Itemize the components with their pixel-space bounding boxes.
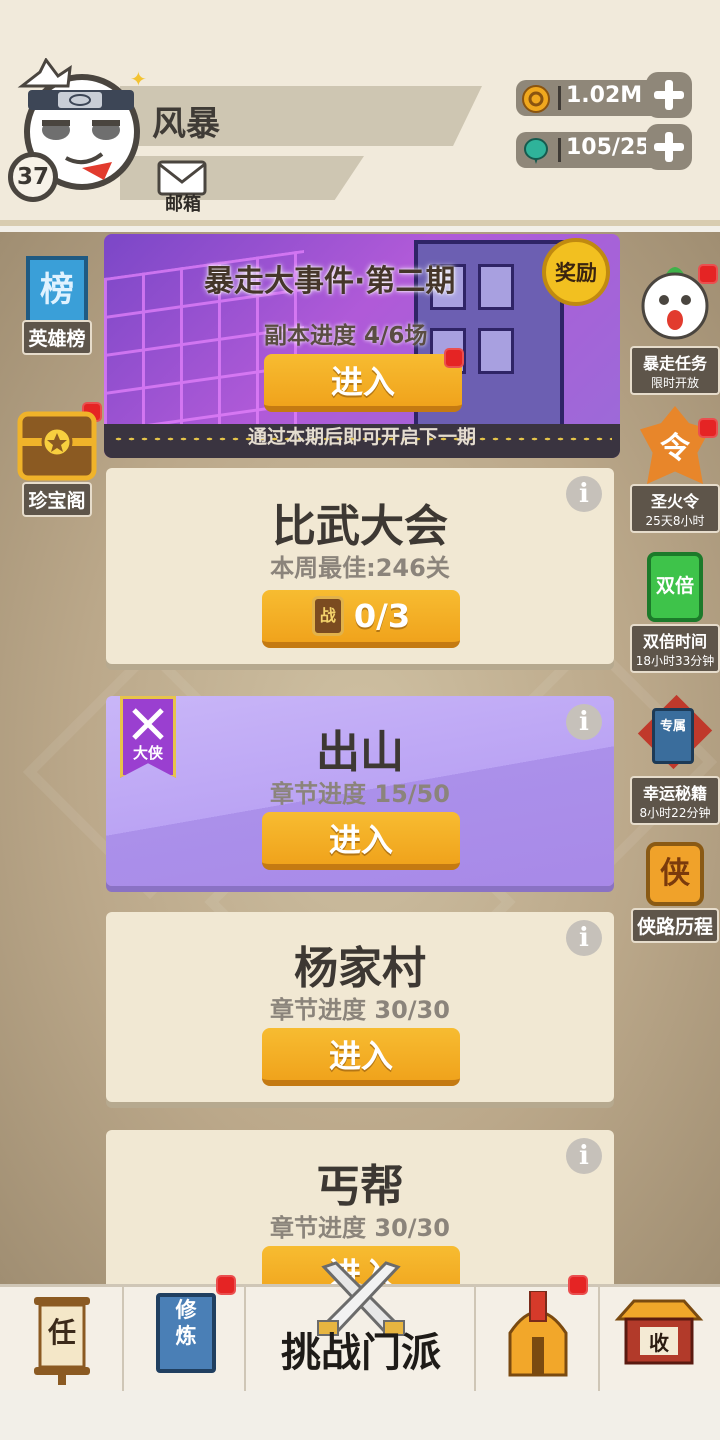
- double-time-icon: 双倍: [647, 552, 703, 622]
- gold-counter: 1.02M: [516, 80, 666, 116]
- cultivate-label: 修炼: [175, 1298, 197, 1348]
- treasure-button[interactable]: 珍宝阁: [12, 404, 102, 517]
- reward-badge[interactable]: 奖励: [542, 238, 610, 306]
- card-subtitle: 章节进度 30/30: [270, 1214, 450, 1242]
- challenge-sect-label[interactable]: 挑战门派: [246, 1320, 476, 1378]
- card-title: 杨家村: [294, 943, 426, 994]
- main-area: 暴走大事件·第二期 副本进度 4/6场 通过本期后即可开启下一期 奖励 进入 i…: [0, 232, 720, 1284]
- player-name: 风暴: [152, 104, 220, 144]
- svg-text:✦: ✦: [130, 67, 147, 91]
- gem-counter: 105/25: [516, 132, 666, 168]
- secret-book-icon: 专属: [652, 708, 694, 764]
- rampage-quest-time: 限时开放: [630, 374, 720, 395]
- holy-fire-label: 圣火令: [630, 484, 720, 512]
- notification-dot: [698, 418, 718, 438]
- enter-button[interactable]: 进入: [262, 1028, 460, 1086]
- nav-collect[interactable]: 收: [600, 1287, 720, 1391]
- gold-value: 1.02M: [566, 83, 643, 108]
- double-time-button[interactable]: 双倍 双倍时间 18小时33分钟: [630, 552, 720, 673]
- lucky-manual-button[interactable]: 专属 幸运秘籍 8小时22分钟: [630, 694, 720, 825]
- notification-dot: [698, 264, 718, 284]
- double-time-time: 18小时33分钟: [630, 652, 720, 673]
- level-badge: 37: [8, 152, 58, 202]
- coin-icon: [522, 85, 550, 113]
- collect-label: 收: [649, 1331, 669, 1355]
- card-title: 丐帮: [316, 1161, 404, 1212]
- holy-fire-time: 25天8小时: [630, 512, 720, 533]
- card-yangjiacun[interactable]: i 杨家村 章节进度 30/30 进入: [106, 912, 614, 1102]
- event-enter-button[interactable]: 进入: [264, 354, 462, 412]
- nav-cultivate[interactable]: 修炼: [124, 1275, 246, 1391]
- gem-icon: [524, 138, 548, 164]
- add-gem-button[interactable]: [646, 124, 692, 170]
- event-footer-text: 通过本期后即可开启下一期: [247, 426, 476, 448]
- card-subtitle: 章节进度 30/30: [270, 996, 450, 1024]
- divider: [558, 138, 561, 162]
- hero-ranking-label: 英雄榜: [22, 320, 92, 355]
- enter-button[interactable]: 进入: [262, 812, 460, 870]
- hero-journey-label: 侠路历程: [630, 908, 719, 943]
- notification-dot: [568, 1275, 588, 1295]
- journey-icon: 侠: [646, 842, 704, 906]
- ranking-icon: 榜: [26, 256, 88, 324]
- task-label: 任: [47, 1316, 76, 1349]
- divider: [558, 86, 561, 110]
- card-subtitle: 章节进度 15/50: [270, 780, 450, 808]
- lucky-manual-label: 幸运秘籍: [630, 776, 720, 804]
- helmet-icon: [508, 1291, 568, 1377]
- tournament-count: 0/3: [353, 597, 411, 635]
- notification-dot: [444, 348, 464, 368]
- treasure-label: 珍宝阁: [22, 482, 92, 517]
- event-progress: 副本进度 4/6场: [264, 323, 428, 349]
- lucky-manual-time: 8小时22分钟: [630, 804, 720, 825]
- gem-value: 105/25: [566, 135, 651, 160]
- card-title: 比武大会: [272, 501, 448, 552]
- nav-hero[interactable]: [476, 1275, 600, 1391]
- event-banner[interactable]: 暴走大事件·第二期 副本进度 4/6场 通过本期后即可开启下一期 奖励: [104, 234, 620, 458]
- tournament-button[interactable]: 战 0/3: [262, 590, 460, 648]
- mail-label[interactable]: 邮箱: [156, 190, 210, 216]
- battle-ticket-icon: 战: [311, 596, 344, 636]
- card-tournament[interactable]: i 比武大会 本周最佳:246关 战 0/3: [106, 468, 614, 664]
- header-bar: ✦ 37 风暴 邮箱 1.02M 105/25: [0, 0, 720, 226]
- nav-task[interactable]: 任: [0, 1287, 124, 1391]
- card-chushan[interactable]: 大侠 i 出山 章节进度 15/50 进入: [106, 696, 614, 886]
- card-title: 出山: [316, 727, 404, 778]
- hero-journey-button[interactable]: 侠 侠路历程: [630, 842, 720, 943]
- card-subtitle: 本周最佳:246关: [270, 554, 450, 582]
- double-time-label: 双倍时间: [630, 624, 720, 652]
- hero-ranking-button[interactable]: 榜 英雄榜: [12, 256, 102, 355]
- rampage-quest-label: 暴走任务: [630, 346, 720, 374]
- notification-dot: [216, 1275, 236, 1295]
- add-gold-button[interactable]: [646, 72, 692, 118]
- treasure-chest-icon: [17, 411, 97, 481]
- event-title: 暴走大事件·第二期: [204, 264, 456, 299]
